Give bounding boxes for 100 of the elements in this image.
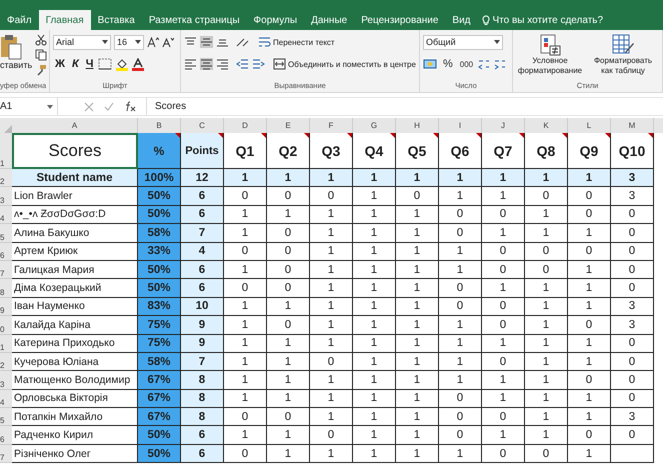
table-cell: 1 [396, 260, 439, 280]
font-name-field[interactable]: Arial [53, 34, 111, 50]
row-header[interactable]: 1 [0, 334, 12, 353]
table-cell: 1 [439, 169, 482, 188]
row-header[interactable]: 2 [0, 352, 12, 372]
ribbon-tab[interactable]: Формулы [246, 10, 304, 30]
column-header[interactable]: E [267, 118, 310, 133]
table-cell: 0 [482, 408, 525, 426]
row-header[interactable]: 8 [0, 279, 12, 298]
row-header[interactable]: 3 [0, 187, 12, 206]
row-header[interactable]: 1 [0, 133, 12, 169]
decrease-decimal-icon[interactable] [494, 58, 508, 70]
row-header[interactable]: 7 [0, 444, 12, 464]
column-header[interactable]: G [353, 118, 396, 133]
column-header[interactable]: D [224, 118, 267, 133]
thousands-separator-button[interactable]: 000 [458, 60, 476, 68]
ribbon-tab[interactable]: Данные [304, 10, 354, 30]
bold-button[interactable]: Ж [53, 58, 67, 70]
table-cell: 0 [224, 444, 267, 464]
ribbon-tab[interactable]: Рецензирование [354, 10, 446, 30]
name-box[interactable]: A1 [0, 98, 58, 115]
table-cell: 1 [439, 352, 482, 372]
fill-color-icon[interactable] [115, 58, 130, 70]
orientation-icon[interactable] [236, 36, 250, 48]
row-header[interactable]: 4 [0, 206, 12, 224]
tell-me-search[interactable]: Что вы хотите сделать? [492, 14, 604, 26]
row-header[interactable]: 6 [0, 242, 12, 261]
insert-function-icon[interactable] [124, 101, 136, 112]
table-cell: 1 [310, 390, 353, 408]
table-cell: 0 [611, 279, 654, 298]
column-header[interactable]: I [439, 118, 482, 133]
table-cell: 0 [267, 408, 310, 426]
row-header[interactable]: 4 [0, 390, 12, 408]
ribbon-tab[interactable]: Вставка [90, 10, 142, 30]
table-cell: 1 [439, 444, 482, 464]
conditional-formatting-button[interactable]: Условное форматирование [515, 34, 585, 76]
column-header[interactable]: L [568, 118, 611, 133]
clipboard-icon[interactable] [0, 34, 22, 60]
caret-icon[interactable] [135, 40, 141, 44]
table-cell: 67% [138, 408, 181, 426]
increase-decimal-icon[interactable] [478, 58, 492, 70]
column-header[interactable]: K [525, 118, 568, 133]
table-cell: 50% [138, 187, 181, 206]
align-middle-icon[interactable] [200, 36, 213, 48]
table-cell: 0 [267, 279, 310, 298]
row-header[interactable]: 5 [0, 224, 12, 243]
number-format-field[interactable]: Общий [423, 34, 503, 50]
table-cell: 3 [611, 316, 654, 335]
decrease-indent-icon[interactable] [236, 58, 249, 70]
align-right-icon[interactable] [216, 58, 229, 70]
row-header[interactable]: 6 [0, 426, 12, 445]
enter-check-icon[interactable] [104, 102, 114, 112]
underline-button[interactable]: Ч [84, 58, 96, 70]
scissors-icon[interactable] [35, 34, 48, 46]
table-cell: 7 [181, 352, 224, 372]
ribbon-tab[interactable]: Главная [38, 10, 91, 30]
formula-input[interactable]: Scores [147, 101, 186, 112]
table-cell: 1 [525, 334, 568, 353]
column-header[interactable]: M [611, 118, 654, 133]
row-header[interactable]: 2 [0, 169, 12, 188]
column-header[interactable]: F [310, 118, 353, 133]
increase-indent-icon[interactable] [252, 58, 265, 70]
caret-icon[interactable] [102, 40, 108, 44]
borders-icon[interactable] [98, 58, 112, 70]
decrease-font-icon[interactable] [162, 36, 174, 48]
row-header[interactable]: 0 [0, 316, 12, 335]
table-cell: 1 [396, 390, 439, 408]
italic-button[interactable]: К [70, 58, 81, 70]
currency-icon[interactable] [423, 58, 438, 70]
percent-button[interactable]: % [441, 58, 455, 70]
column-header[interactable]: J [482, 118, 525, 133]
table-cell: 0 [439, 408, 482, 426]
paste-button[interactable]: ставить [0, 34, 32, 70]
table-cell: 6 [181, 187, 224, 206]
format-painter-icon[interactable] [35, 64, 48, 76]
table-cell: 1 [310, 169, 353, 188]
row-header[interactable]: 5 [0, 408, 12, 426]
merge-center-button[interactable]: Объединить и поместить в центре [272, 58, 417, 70]
table-cell: 1 [396, 444, 439, 464]
copy-icon[interactable] [35, 49, 48, 61]
wrap-text-button[interactable]: Перенести текст [257, 36, 336, 48]
increase-font-icon[interactable] [147, 36, 159, 48]
format-as-table-button[interactable]: Форматировать как таблицу [588, 34, 658, 76]
row-header[interactable]: 7 [0, 260, 12, 280]
table-cell: 8 [181, 371, 224, 390]
ribbon-tab[interactable]: Вид [445, 10, 478, 30]
font-size-field[interactable]: 16 [114, 34, 144, 50]
font-color-icon[interactable] [132, 58, 144, 70]
caret-icon[interactable] [47, 104, 53, 108]
align-center-icon[interactable] [200, 58, 213, 70]
row-header[interactable]: 3 [0, 371, 12, 390]
table-cell: 67% [138, 390, 181, 408]
ribbon-tab[interactable]: Разметка страницы [142, 10, 247, 30]
table-cell: 0 [439, 279, 482, 298]
caret-icon[interactable] [494, 40, 500, 44]
align-left-icon[interactable] [184, 58, 197, 70]
ribbon-tab[interactable]: Файл [0, 10, 39, 30]
table-cell: 58% [138, 224, 181, 243]
column-header[interactable]: H [396, 118, 439, 133]
row-header[interactable]: 9 [0, 298, 12, 316]
